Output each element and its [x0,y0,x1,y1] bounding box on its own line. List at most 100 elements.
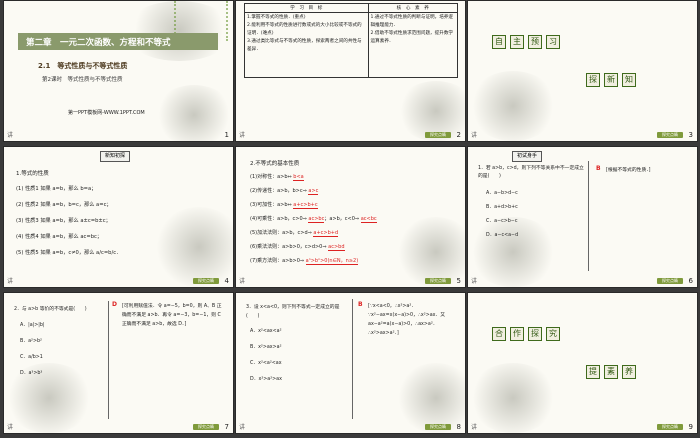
property-line: (3) 性质3 如果 a=b，那么 a±c=b±c； [16,218,111,224]
property-line: (1) 性质1 如果 a=b，那么 b=a； [16,186,97,192]
property-line: (2)传递性：a>b，b>c⇒ a>c [250,187,319,195]
slide-thumbnail-8[interactable]: 3．设 x<a<0，则下列不等式一定成立的是( ) A．x²<ax<a² B．x… [236,293,465,433]
lesson-title: 第2课时 等式性质与不等式性质 [42,77,123,83]
option-a: A．x²<ax<a² [250,329,282,334]
option-c: C．a−c>b−c [486,219,518,224]
property-line: (5) 性质5 如果 a=b，c≠0，那么 a/c=b/c． [16,250,122,256]
slide-thumbnail-1[interactable]: 第二章 一元二次函数、方程和不等式 2.1 等式性质与不等式性质 第2课时 等式… [4,1,233,141]
slide-thumbnail-5[interactable]: 2.不等式的基本性质 (1)对称性：a>b⇔ b<a (2)传递性：a>b，b>… [236,147,465,287]
ink-wash-decoration [396,363,465,433]
flower-decoration [154,85,233,141]
slide-corner-mark: 讲 [7,278,14,285]
slide-footer-tag: 探究点睛 [425,132,451,138]
slide-number: 8 [456,423,461,431]
section-title: 2.1 等式性质与不等式性质 [38,62,128,70]
slide-heading: 2.不等式的基本性质 [250,161,300,167]
slide-corner-mark: 讲 [471,424,478,431]
property-line: (4)可乘性：a>b，c>0⇒ ac>bc；a>b，c<0⇒ ac<bc [250,215,377,223]
heading-char: 养 [622,365,636,379]
heading-char: 探 [586,73,600,87]
competency-item: 1.通过不等式性质的判断与证明，培养逻辑推理能力． [370,15,454,28]
property-line: (3)可加性：a>b⇔ a+c>b+c [250,201,318,209]
section-heading-row-1: 自主预习 [492,29,564,49]
objectives-table: 学 习 目 标 核 心 素 养 1.掌握不等式的性质．(重点) 2.能利用不等式… [244,3,459,78]
answer-letter: B [358,301,363,308]
slide-thumbnail-4[interactable]: 新知初探 1.等式的性质 (1) 性质1 如果 a=b，那么 b=a； (2) … [4,147,233,287]
competencies-cell: 1.通过不等式性质的判断与证明，培养逻辑推理能力． 2.借助不等式性质求范围问题… [367,12,459,78]
slide-number: 4 [224,277,229,285]
slide-corner-mark: 讲 [7,424,14,431]
slide-corner-mark: 讲 [239,424,246,431]
objectives-cell: 1.掌握不等式的性质．(重点) 2.能利用不等式的性质进行数或式的大小比较或不等… [244,12,369,78]
slide-number: 7 [224,423,229,431]
slide-thumbnail-9[interactable]: 合作探究 提素养 探究点睛 讲 9 [468,293,697,433]
ink-wash-decoration [468,71,558,141]
slide-number: 9 [688,423,693,431]
property-text: (4)可乘性：a>b，c>0⇒ [250,216,307,222]
option-a: A．|a|>|b| [20,323,45,328]
objective-item: 3.通过类比等式与不等式的性质，探索两者之间的共性与差异． [247,39,362,52]
slide-corner-mark: 讲 [7,132,14,139]
section-heading-row-2: 提素养 [586,359,640,379]
option-b: B．x²>ax>a² [250,345,282,350]
answer-divider [352,299,353,419]
option-a: A．a−b>d−c [486,191,518,196]
slide-footer-tag: 探究点睛 [425,278,451,284]
option-d: D．a³>b³ [20,371,43,376]
slide-number: 6 [688,277,693,285]
property-line: (1)对称性：a>b⇔ b<a [250,173,304,181]
slide-corner-mark: 讲 [239,132,246,139]
heading-char: 习 [546,35,560,49]
heading-char: 作 [510,327,524,341]
property-line: (4) 性质4 如果 a=b，那么 ac=bc； [16,234,103,240]
property-answer: aⁿ>bⁿ>0(n∈N，n≥2) [305,258,359,265]
answer-explanation: [根据不等式的性质．] [606,168,651,173]
slide-heading: 1.等式的性质 [16,171,49,177]
objective-item: 1.掌握不等式的性质．(重点) [247,15,306,20]
property-line: (2) 性质2 如果 a=b，b=c，那么 a=c； [16,202,112,208]
slide-footer-tag: 探究点睛 [657,424,683,430]
property-text: (1)对称性：a>b⇔ [250,174,292,180]
slide-number: 3 [688,131,693,139]
section-heading-row-2: 探新知 [586,67,640,87]
question-text: 3．设 x<a<0，则下列不等式一定成立的是( ) [246,305,340,319]
answer-explanation: [∵x<a<0，∴x²>a²．∵x²−ax=x(x−a)>0，∴x²>ax．又 … [368,304,446,336]
ink-wash-decoration [154,207,233,287]
footer-credit: 第一PPT模板网-WWW.1PPT.COM [68,110,145,116]
answer-explanation: [可利用赋值法．令 a=−5，b=0，则 A、B 正确而不满足 a>b．再令 a… [122,304,222,327]
property-line: (6)乘法法则：a>b>0，c>d>0⇒ ac>bd [250,243,345,251]
table-header-competencies: 核 心 素 养 [367,3,459,13]
slide-thumbnail-6[interactable]: 初试身手 1．若 a>b，c>d，则下列不等关系中不一定成立的是( ) A．a−… [468,147,697,287]
property-text: ；a>b，c<0⇒ [324,216,360,222]
slide-footer-tag: 探究点睛 [425,424,451,430]
property-text: (7)乘方法则：a>b>0⇒ [250,258,305,264]
slide-section-tag: 新知初探 [100,151,131,162]
slide-number: 2 [456,131,461,139]
heading-char: 新 [604,73,618,87]
property-answer: a+c>b+d [313,230,339,237]
question-text: 2．与 a>b 等价的不等式是( ) [14,307,87,312]
property-text: (5)加法法则：a>b，c>d⇒ [250,230,312,236]
slide-sorter-grid: 第二章 一元二次函数、方程和不等式 2.1 等式性质与不等式性质 第2课时 等式… [0,0,700,438]
heading-char: 提 [586,365,600,379]
property-answer: b<a [293,174,304,181]
property-answer: a>c [308,188,319,195]
ink-wash-decoration [4,363,94,433]
option-b: B．a+d>b+c [486,205,518,210]
section-heading-row-1: 合作探究 [492,321,564,341]
chapter-title: 第二章 一元二次函数、方程和不等式 [26,38,171,48]
table-header-objectives: 学 习 目 标 [244,3,369,13]
property-answer: a+c>b+c [293,202,318,209]
slide-thumbnail-2[interactable]: 学 习 目 标 核 心 素 养 1.掌握不等式的性质．(重点) 2.能利用不等式… [236,1,465,141]
slide-number: 5 [456,277,461,285]
slide-corner-mark: 讲 [471,278,478,285]
question-text: 1．若 a>b，c>d，则下列不等关系中不一定成立的是( ) [478,166,584,179]
option-d: D．x²>a²>ax [250,377,282,382]
objective-item: 2.能利用不等式的性质进行数或式的大小比较或不等式的证明．(难点) [247,23,362,36]
slide-thumbnail-7[interactable]: 2．与 a>b 等价的不等式是( ) A．|a|>|b| B．a²>b² C．a… [4,293,233,433]
heading-char: 知 [622,73,636,87]
competency-item: 2.借助不等式性质求范围问题，提升数学运算素养． [370,31,454,44]
slide-thumbnail-3[interactable]: 自主预习 探新知 探究点睛 讲 3 [468,1,697,141]
heading-char: 预 [528,35,542,49]
answer-divider [108,301,109,419]
